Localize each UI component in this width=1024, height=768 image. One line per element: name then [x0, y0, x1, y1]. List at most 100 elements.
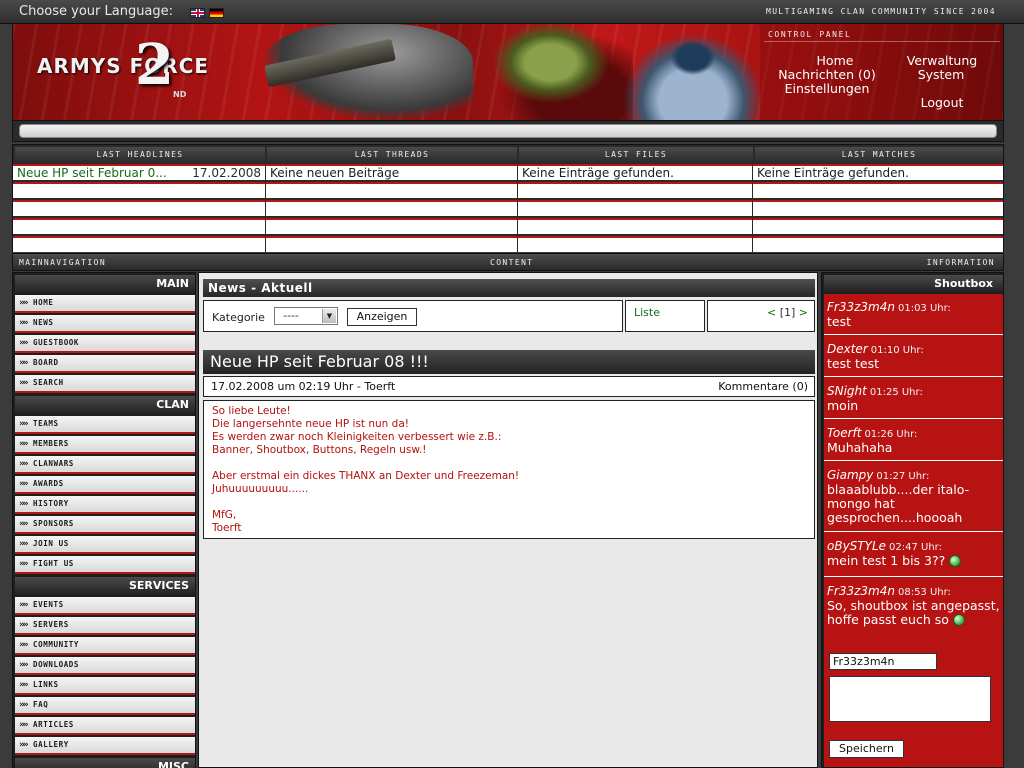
verwaltung-link[interactable]: Verwaltung — [904, 53, 980, 68]
nav-item-members[interactable]: »» Members — [15, 436, 195, 454]
files-column: Keine Einträge gefunden. — [518, 164, 752, 252]
comments-link[interactable]: Kommentare (0) — [718, 377, 808, 396]
last-files-header: Last Files — [519, 147, 753, 163]
double-chevron-icon: »» — [19, 740, 29, 750]
pagination-box: < [1] > — [707, 300, 815, 332]
shout-entry: Dexter 01:10 Uhr: test test — [824, 336, 1003, 377]
content-label: Content — [490, 258, 534, 267]
nav-item-label: Gallery — [33, 740, 69, 749]
empty-row — [266, 200, 517, 216]
show-button[interactable]: Anzeigen — [347, 308, 417, 326]
post-meta: 17.02.2008 um 02:19 Uhr - Toerft Komment… — [203, 376, 815, 397]
last-threads-header: Last Threads — [267, 147, 517, 163]
nav-group-misc: Misc — [15, 758, 195, 768]
shout-message: mein test 1 bis 3?? — [827, 553, 946, 568]
nav-item-label: Awards — [33, 479, 64, 488]
logout-link[interactable]: Logout — [916, 95, 968, 110]
nav-item-articles[interactable]: »» Articles — [15, 717, 195, 735]
threads-empty-text: Keine neuen Beiträge — [266, 164, 517, 180]
shout-time: 01:10 Uhr: — [870, 345, 924, 356]
system-link[interactable]: System — [914, 67, 968, 82]
nav-item-community[interactable]: »» Community — [15, 637, 195, 655]
nav-item-label: Community — [33, 640, 80, 649]
nav-item-label: FAQ — [33, 700, 49, 709]
nav-item-clanwars[interactable]: »» Clanwars — [15, 456, 195, 474]
prev-page-link[interactable]: < — [767, 306, 776, 319]
list-view-box: Liste — [625, 300, 705, 332]
double-chevron-icon: »» — [19, 660, 29, 670]
shout-time: 08:53 Uhr: — [897, 587, 951, 598]
shout-form: Fr33z3m4n Speichern — [824, 648, 1003, 767]
nav-item-label: Fight us — [33, 559, 74, 568]
shout-message-textarea[interactable] — [829, 676, 991, 722]
shout-message: moin — [827, 398, 859, 413]
shout-author[interactable]: Dexter — [827, 342, 868, 356]
next-page-link[interactable]: > — [799, 306, 808, 319]
shout-author[interactable]: oBySTYLe — [827, 539, 886, 553]
double-chevron-icon: »» — [19, 378, 29, 388]
empty-row — [518, 182, 752, 198]
information-label: Information — [926, 258, 995, 267]
nav-item-news[interactable]: »» News — [15, 315, 195, 333]
shout-entry: Giampy 01:27 Uhr: blaaablubb....der italo… — [824, 462, 1003, 532]
double-chevron-icon: »» — [19, 499, 29, 509]
nav-item-label: Members — [33, 439, 69, 448]
double-chevron-icon: »» — [19, 519, 29, 529]
shout-author[interactable]: Toerft — [827, 426, 861, 440]
nav-item-guestbook[interactable]: »» Guestbook — [15, 335, 195, 353]
mainnavigation-label: Mainnavigation — [19, 258, 107, 267]
nav-item-awards[interactable]: »» Awards — [15, 476, 195, 494]
nav-item-label: Links — [33, 680, 59, 689]
headline-link[interactable]: Neue HP seit Februar 0... — [17, 166, 167, 180]
nav-item-label: History — [33, 499, 69, 508]
empty-row — [266, 218, 517, 234]
nachrichten-link[interactable]: Nachrichten (0) — [778, 67, 876, 82]
current-page: [1] — [779, 306, 796, 319]
nav-item-faq[interactable]: »» FAQ — [15, 697, 195, 715]
nav-item-servers[interactable]: »» Servers — [15, 617, 195, 635]
einstellungen-link[interactable]: Einstellungen — [782, 81, 872, 96]
nav-item-teams[interactable]: »» Teams — [15, 416, 195, 434]
shout-message: So, shoutbox ist angepasst, hoffe passt … — [827, 598, 1000, 627]
shout-author[interactable]: SNight — [827, 384, 867, 398]
post-title[interactable]: Neue HP seit Februar 08 !!! — [203, 350, 815, 374]
nav-item-events[interactable]: »» Events — [15, 597, 195, 615]
shout-entry: Fr33z3m4n 08:53 Uhr: So, shoutbox ist ang… — [824, 578, 1003, 648]
strip-field[interactable] — [19, 124, 997, 138]
german-flag-icon[interactable] — [209, 8, 224, 18]
nav-item-history[interactable]: »» History — [15, 496, 195, 514]
nav-item-gallery[interactable]: »» Gallery — [15, 737, 195, 755]
matches-column: Keine Einträge gefunden. — [753, 164, 1003, 252]
shoutbox-title: Shoutbox — [824, 275, 1003, 292]
save-shout-button[interactable]: Speichern — [829, 740, 904, 758]
last-matches-header: Last Matches — [755, 147, 1003, 163]
empty-row — [266, 182, 517, 198]
double-chevron-icon: »» — [19, 539, 29, 549]
nav-item-label: Clanwars — [33, 459, 74, 468]
english-flag-icon[interactable] — [190, 8, 205, 18]
list-view-link[interactable]: Liste — [634, 306, 660, 319]
shout-author[interactable]: Fr33z3m4n — [827, 300, 895, 314]
nav-item-label: Servers — [33, 620, 69, 629]
nav-item-home[interactable]: »» Home — [15, 295, 195, 313]
page: Choose your Language: Multigaming Clan C… — [0, 0, 1024, 768]
nav-item-join-us[interactable]: »» Join us — [15, 536, 195, 554]
double-chevron-icon: »» — [19, 358, 29, 368]
nav-item-search[interactable]: »» Search — [15, 375, 195, 393]
shout-name-input[interactable]: Fr33z3m4n — [829, 653, 937, 670]
shout-author[interactable]: Fr33z3m4n — [827, 584, 895, 598]
shout-message: Muhahaha — [827, 440, 893, 455]
nav-item-downloads[interactable]: »» Downloads — [15, 657, 195, 675]
shout-author[interactable]: Giampy — [827, 468, 873, 482]
nav-item-board[interactable]: »» Board — [15, 355, 195, 373]
category-select[interactable]: ---- ▼ — [274, 307, 338, 325]
headline-row[interactable]: Neue HP seit Februar 0... 17.02.2008 — [13, 164, 265, 180]
control-panel: Control Panel Home Verwaltung Nachrichte… — [760, 24, 1002, 120]
nav-item-links[interactable]: »» Links — [15, 677, 195, 695]
nav-item-label: News — [33, 318, 54, 327]
nav-item-fight-us[interactable]: »» Fight us — [15, 556, 195, 574]
double-chevron-icon: »» — [19, 439, 29, 449]
nav-item-sponsors[interactable]: »» Sponsors — [15, 516, 195, 534]
nav-group-clan: Clan — [15, 396, 195, 414]
home-link[interactable]: Home — [808, 53, 862, 68]
